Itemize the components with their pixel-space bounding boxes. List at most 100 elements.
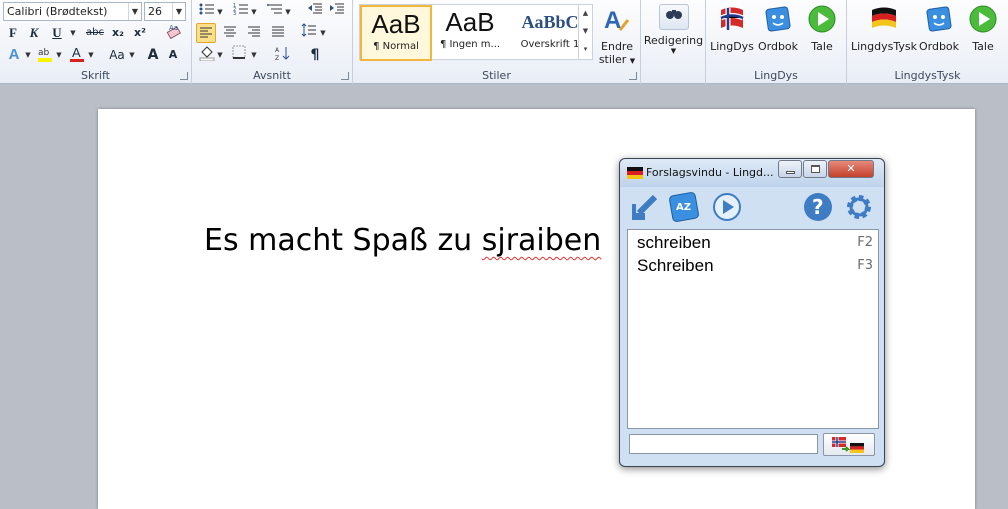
lingdys-button[interactable]: LingDys — [710, 4, 754, 53]
styles-gallery: AaB ¶ Normal AaB ¶ Ingen m... AaBbC Over… — [359, 4, 593, 61]
grow-font-button[interactable]: A — [145, 45, 161, 65]
increase-indent-icon — [330, 3, 344, 14]
style-preview: AaB — [371, 9, 421, 39]
bullets-button[interactable] — [198, 2, 216, 22]
styles-scrollbar[interactable]: ▲ ▼ ▾ — [578, 4, 592, 60]
insert-arrow-icon[interactable] — [628, 192, 660, 224]
style-name: ¶ Ingen m... — [439, 39, 501, 50]
shrink-font-button[interactable]: A — [165, 45, 181, 65]
multilevel-list-dropdown[interactable]: ▼ — [284, 2, 292, 22]
borders-dropdown[interactable]: ▼ — [250, 45, 258, 65]
subscript-button[interactable]: x₂ — [109, 23, 127, 43]
multilevel-list-button[interactable] — [266, 2, 284, 22]
align-left-icon — [200, 27, 212, 38]
text-before: Es macht Spaß zu — [204, 223, 482, 258]
german-flag-icon — [872, 7, 896, 28]
suggestion-input[interactable] — [629, 434, 818, 454]
line-spacing-button[interactable] — [300, 23, 318, 43]
list-item[interactable]: Schreiben F3 — [628, 255, 878, 277]
italic-button[interactable]: K — [25, 23, 43, 43]
text-effects-dropdown[interactable]: ▼ — [24, 45, 32, 65]
ordbok-tysk-button[interactable]: Ordbok — [917, 4, 961, 53]
shading-dropdown[interactable]: ▼ — [216, 45, 224, 65]
settings-gear-icon[interactable] — [843, 191, 875, 223]
ordbok-button[interactable]: Ordbok — [756, 4, 800, 53]
lingdys-label: LingDys — [710, 40, 754, 53]
align-left-button[interactable] — [196, 23, 216, 43]
maximize-button[interactable] — [803, 160, 827, 178]
editing-button[interactable]: Redigering ▼ — [641, 4, 706, 55]
editing-group: Redigering ▼ — [641, 0, 706, 84]
language-switch-button[interactable] — [823, 433, 875, 456]
font-size-combo[interactable]: 26 ▼ — [144, 2, 186, 21]
paragraph-group-label: Avsnitt — [253, 69, 291, 82]
align-center-button[interactable] — [220, 23, 240, 43]
lingdys-group: LingDys Ordbok Tale LingDys — [706, 0, 847, 84]
justify-button[interactable] — [268, 23, 288, 43]
align-right-button[interactable] — [244, 23, 264, 43]
bold-button[interactable]: F — [4, 23, 22, 43]
smiley-book-icon — [926, 6, 952, 32]
misspelled-word[interactable]: sjraiben — [482, 223, 602, 258]
dialog-launcher-icon[interactable] — [629, 72, 637, 80]
style-preview: AaB — [445, 7, 495, 37]
document-text[interactable]: Es macht Spaß zu sjraiben — [204, 223, 601, 258]
tale-button[interactable]: Tale — [802, 4, 842, 53]
font-group-label: Skrift — [81, 69, 110, 82]
font-group: Calibri (Brødtekst) ▼ 26 ▼ F K U ▼ abc x… — [0, 0, 192, 84]
change-case-dropdown[interactable]: ▼ — [128, 45, 136, 65]
lingdystysk-button[interactable]: LingdysTysk — [849, 4, 919, 53]
maximize-icon — [811, 165, 820, 173]
german-flag-icon — [627, 167, 643, 179]
line-spacing-icon — [301, 23, 316, 37]
clear-formatting-button[interactable]: Aa — [164, 23, 184, 43]
shading-button[interactable] — [198, 45, 216, 65]
style-name: ¶ Normal — [373, 41, 419, 52]
borders-button[interactable] — [230, 45, 248, 65]
close-button[interactable]: ✕ — [828, 160, 874, 178]
text-effects-button[interactable]: A — [4, 45, 24, 65]
svg-text:3: 3 — [233, 11, 236, 16]
strikethrough-button[interactable]: abc — [83, 23, 107, 43]
style-no-spacing[interactable]: AaB ¶ Ingen m... — [434, 5, 506, 61]
tale-tysk-label: Tale — [972, 40, 994, 53]
highlight-dropdown[interactable]: ▼ — [55, 45, 63, 65]
smiley-book-icon — [765, 6, 791, 32]
style-normal[interactable]: AaB ¶ Normal — [360, 5, 432, 61]
decrease-indent-button[interactable] — [306, 2, 324, 22]
decrease-indent-icon — [308, 3, 322, 14]
justify-icon — [272, 26, 284, 37]
help-icon[interactable]: ? — [802, 191, 834, 223]
minimize-button[interactable] — [778, 160, 802, 178]
svg-text:A: A — [275, 47, 280, 54]
window-titlebar[interactable]: Forslagsvindu - Lingd... ✕ — [620, 159, 884, 187]
font-name-value: Calibri (Brødtekst) — [7, 5, 108, 18]
underline-button[interactable]: U — [48, 23, 66, 43]
dictionary-book-icon[interactable]: AZ — [667, 191, 701, 223]
sort-button[interactable]: AZ — [274, 45, 292, 65]
change-styles-button[interactable]: A Endre stiler ▼ — [597, 4, 637, 66]
dialog-launcher-icon[interactable] — [341, 72, 349, 80]
bullets-icon — [199, 3, 214, 15]
numbering-dropdown[interactable]: ▼ — [250, 2, 258, 22]
dialog-launcher-icon[interactable] — [180, 72, 188, 80]
line-spacing-dropdown[interactable]: ▼ — [319, 23, 327, 43]
numbering-button[interactable]: 123 — [232, 2, 250, 22]
speak-play-icon[interactable] — [711, 191, 743, 223]
highlighter-icon: ab — [38, 48, 52, 62]
lingdystysk-label: LingdysTysk — [851, 40, 917, 53]
highlight-button[interactable]: ab — [36, 45, 54, 65]
font-name-combo[interactable]: Calibri (Brødtekst) ▼ — [3, 2, 142, 21]
superscript-button[interactable]: x² — [131, 23, 149, 43]
tale-tysk-button[interactable]: Tale — [963, 4, 1003, 53]
change-case-button[interactable]: Aa — [105, 45, 129, 65]
list-item[interactable]: schreiben F2 — [628, 232, 878, 254]
bullets-dropdown[interactable]: ▼ — [216, 2, 224, 22]
underline-dropdown[interactable]: ▼ — [69, 23, 77, 43]
font-color-button[interactable]: A — [68, 45, 86, 65]
language-flags-icon — [832, 437, 864, 453]
font-color-dropdown[interactable]: ▼ — [87, 45, 95, 65]
chevron-down-icon: ▼ — [128, 3, 141, 20]
show-marks-button[interactable]: ¶ — [306, 45, 324, 65]
increase-indent-button[interactable] — [328, 2, 346, 22]
